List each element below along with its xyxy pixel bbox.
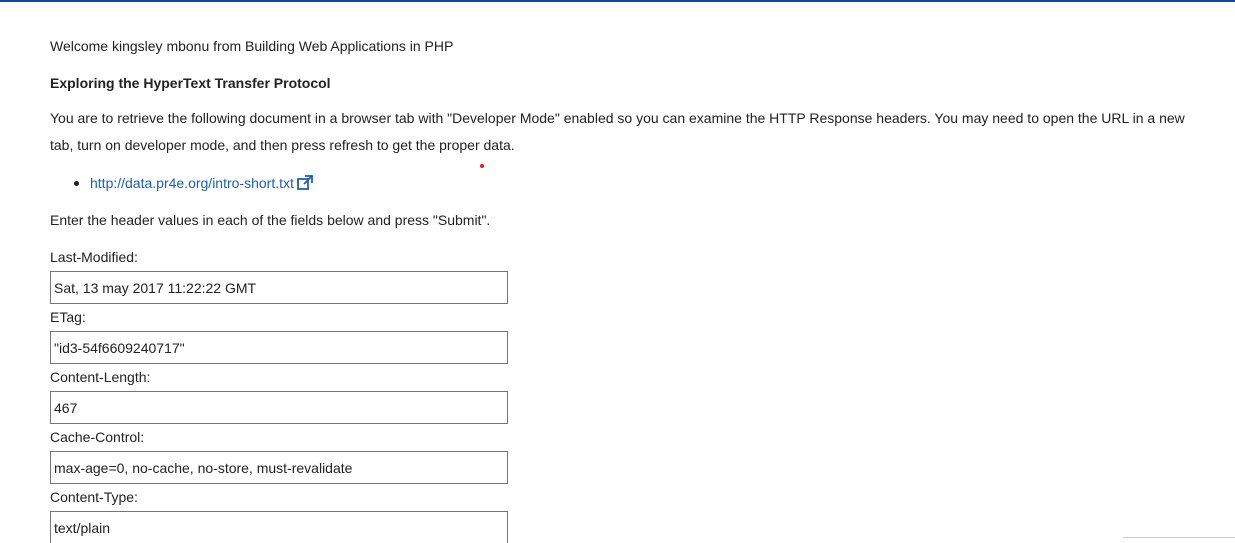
cache-control-label: Cache-Control: — [50, 429, 145, 445]
welcome-text: Welcome kingsley mbonu from Building Web… — [50, 38, 454, 54]
etag-input[interactable] — [50, 331, 508, 364]
enter-instructions: Enter the header values in each of the f… — [50, 212, 491, 228]
last-modified-label: Last-Modified: — [50, 249, 138, 265]
etag-label: ETag: — [50, 309, 86, 325]
instructions-text: You are to retrieve the following docume… — [50, 110, 1185, 153]
external-link-icon[interactable] — [296, 175, 313, 194]
list-item: http://data.pr4e.org/intro-short.txt — [50, 174, 313, 194]
content-length-label: Content-Length: — [50, 369, 151, 385]
page-heading: Exploring the HyperText Transfer Protoco… — [50, 75, 331, 91]
document-url-link[interactable]: http://data.pr4e.org/intro-short.txt — [90, 175, 294, 191]
content-type-label: Content-Type: — [50, 489, 138, 505]
red-dot-marker — [480, 164, 484, 168]
corner-divider — [1123, 537, 1235, 538]
content-length-input[interactable] — [50, 391, 508, 424]
last-modified-input[interactable] — [50, 271, 508, 304]
bullet-icon — [74, 181, 79, 186]
content-type-input[interactable] — [50, 511, 508, 543]
url-list: http://data.pr4e.org/intro-short.txt — [50, 174, 313, 194]
top-border — [0, 0, 1235, 2]
cache-control-input[interactable] — [50, 451, 508, 484]
